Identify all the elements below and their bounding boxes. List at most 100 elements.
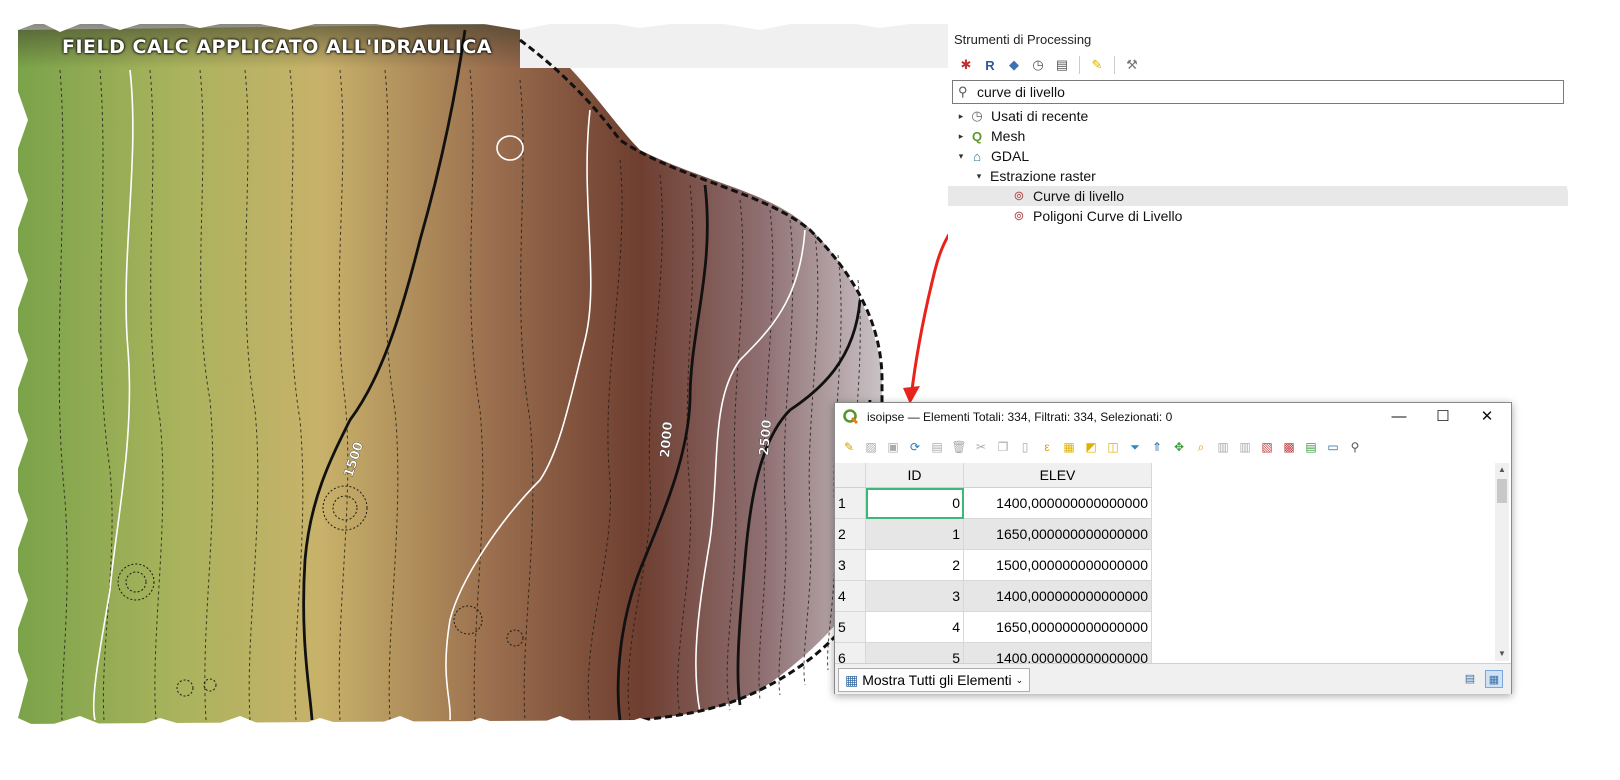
cell-id[interactable]: 4 [865,611,964,643]
banner-title: FIELD CALC APPLICATO ALL'IDRAULICA [62,36,493,58]
new-field-icon[interactable]: ▥ [1213,437,1233,457]
tree-item-label: Curve di livello [1033,188,1125,204]
multi-edit-icon[interactable]: ▨ [861,437,881,457]
paste-icon[interactable]: ▯ [1015,437,1035,457]
tree-item-recent[interactable]: ▸ ◷ Usati di recente [954,106,1089,126]
tree-item-curve-di-livello[interactable]: ⊚ Curve di livello [948,186,1568,206]
dock-icon[interactable]: ▭ [1323,437,1343,457]
collapse-arrow-icon[interactable]: ▾ [972,171,986,182]
screenshot-frame: 1500 2000 2500 FIELD CALC APPLICATO ALL'… [0,0,1620,780]
tree-item-mesh[interactable]: ▸ Q Mesh [954,126,1026,146]
row-number[interactable]: 4 [835,580,866,612]
search-input[interactable] [977,83,1537,101]
conditional-format-icon[interactable]: ▩ [1279,437,1299,457]
corner-header [835,463,866,488]
table-row[interactable]: 5 4 1650,000000000000000 [835,611,1152,643]
table-view-icon[interactable]: ▦ [1485,670,1503,688]
table-row[interactable]: 2 1 1650,000000000000000 [835,518,1152,550]
select-all-icon[interactable]: ▦ [1059,437,1079,457]
history-icon[interactable]: ◷ [1028,55,1048,75]
field-calculator-icon[interactable]: ▧ [1257,437,1277,457]
cell-elev[interactable]: 1400,000000000000000 [963,487,1152,519]
cell-elev[interactable]: 1500,000000000000000 [963,549,1152,581]
column-header-id[interactable]: ID [865,463,964,488]
select-expression-icon[interactable]: ε [1037,437,1057,457]
search-field[interactable]: ⚲ [952,80,1564,104]
tree-item-label: Usati di recente [991,108,1089,124]
gdal-icon: ⌂ [973,148,981,164]
table-row[interactable]: 1 0 1400,000000000000000 [835,487,1152,519]
row-number[interactable]: 1 [835,487,866,519]
r-icon[interactable]: R [980,55,1000,75]
attribute-toolbar: ✎ ▨ ▣ ⟳ ▤ 🗑 ✂ ❐ ▯ ε ▦ ◩ ◫ ⏷ ⇑ ✥ ⌕ ▥ ▥ ▧ … [839,435,1365,459]
delete-field-icon[interactable]: ▥ [1235,437,1255,457]
minimize-button[interactable]: — [1377,405,1421,429]
row-number[interactable]: 2 [835,518,866,550]
scroll-down-icon[interactable]: ▼ [1495,647,1509,661]
form-view-icon[interactable]: ▤ [1461,670,1479,688]
processing-toolbar: ✱ R ◆ ◷ ▤ ✎ ⚒ [956,54,1142,76]
organize-columns-icon[interactable]: ⚲ [1345,437,1365,457]
zoom-to-selection-icon[interactable]: ⌕ [1191,437,1211,457]
collapse-arrow-icon[interactable]: ▾ [954,151,968,162]
deselect-icon[interactable]: ◫ [1103,437,1123,457]
filter-label: Mostra Tutti gli Elementi [862,672,1012,688]
filter-icon[interactable]: ⏷ [1125,437,1145,457]
clock-icon: ◷ [971,108,983,123]
python-icon[interactable]: ◆ [1004,55,1024,75]
algorithm-icon: ⊚ [1013,188,1025,203]
search-icon: ⚲ [958,84,968,99]
tree-item-label: Poligoni Curve di Livello [1033,208,1183,224]
tree-item-estrazione-raster[interactable]: ▾ Estrazione raster [972,166,1096,186]
cell-id[interactable]: 2 [865,549,964,581]
expand-arrow-icon[interactable]: ▸ [954,131,968,142]
show-all-features-dropdown[interactable]: ▦ Mostra Tutti gli Elementi ⌄ [838,668,1031,692]
pan-to-selection-icon[interactable]: ✥ [1169,437,1189,457]
qgis-logo-icon [843,409,858,424]
column-header-elev[interactable]: ELEV [963,463,1152,488]
cell-id[interactable]: 0 [865,487,964,519]
row-number[interactable]: 6 [835,642,866,663]
attribute-table: ID ELEV 1 0 1400,000000000000000 2 1 165… [835,463,1152,663]
scroll-up-icon[interactable]: ▲ [1495,463,1509,477]
toolbar-separator [1114,56,1115,74]
table-row[interactable]: 4 3 1400,000000000000000 [835,580,1152,612]
row-number[interactable]: 5 [835,611,866,643]
options-icon[interactable]: ⚒ [1122,55,1142,75]
tree-item-gdal[interactable]: ▾ ⌂ GDAL [954,146,1029,166]
save-edits-icon[interactable]: ▣ [883,437,903,457]
window-titlebar[interactable]: isoipse — Elementi Totali: 334, Filtrati… [835,403,1511,431]
table-icon: ▦ [845,671,859,688]
cell-id[interactable]: 1 [865,518,964,550]
copy-icon[interactable]: ❐ [993,437,1013,457]
close-button[interactable]: ✕ [1465,405,1509,429]
toggle-editing-icon[interactable]: ✎ [839,437,859,457]
cell-elev[interactable]: 1400,000000000000000 [963,580,1152,612]
delete-feature-icon[interactable]: 🗑 [949,437,969,457]
table-row[interactable]: 6 5 1400,000000000000000 [835,642,1152,663]
actions-icon[interactable]: ▤ [1301,437,1321,457]
qgis-icon: Q [971,128,983,144]
processing-models-icon[interactable]: ✱ [956,55,976,75]
tree-item-poligoni-curve[interactable]: ⊚ Poligoni Curve di Livello [1010,206,1183,226]
cell-elev[interactable]: 1400,000000000000000 [963,642,1152,663]
add-feature-icon[interactable]: ▤ [927,437,947,457]
scroll-thumb[interactable] [1497,479,1507,503]
cell-id[interactable]: 5 [865,642,964,663]
cut-icon[interactable]: ✂ [971,437,991,457]
table-row[interactable]: 3 2 1500,000000000000000 [835,549,1152,581]
row-number[interactable]: 3 [835,549,866,581]
move-selection-top-icon[interactable]: ⇑ [1147,437,1167,457]
invert-selection-icon[interactable]: ◩ [1081,437,1101,457]
window-title: isoipse — Elementi Totali: 334, Filtrati… [867,410,1173,424]
expand-arrow-icon[interactable]: ▸ [954,111,968,122]
edit-in-place-icon[interactable]: ✎ [1087,55,1107,75]
bottom-bar: ▦ Mostra Tutti gli Elementi ⌄ ▤ ▦ [835,663,1511,694]
cell-elev[interactable]: 1650,000000000000000 [963,611,1152,643]
maximize-button[interactable]: ☐ [1421,405,1465,429]
reload-icon[interactable]: ⟳ [905,437,925,457]
cell-elev[interactable]: 1650,000000000000000 [963,518,1152,550]
results-icon[interactable]: ▤ [1052,55,1072,75]
cell-id[interactable]: 3 [865,580,964,612]
vertical-scrollbar[interactable]: ▲ ▼ [1495,463,1509,661]
